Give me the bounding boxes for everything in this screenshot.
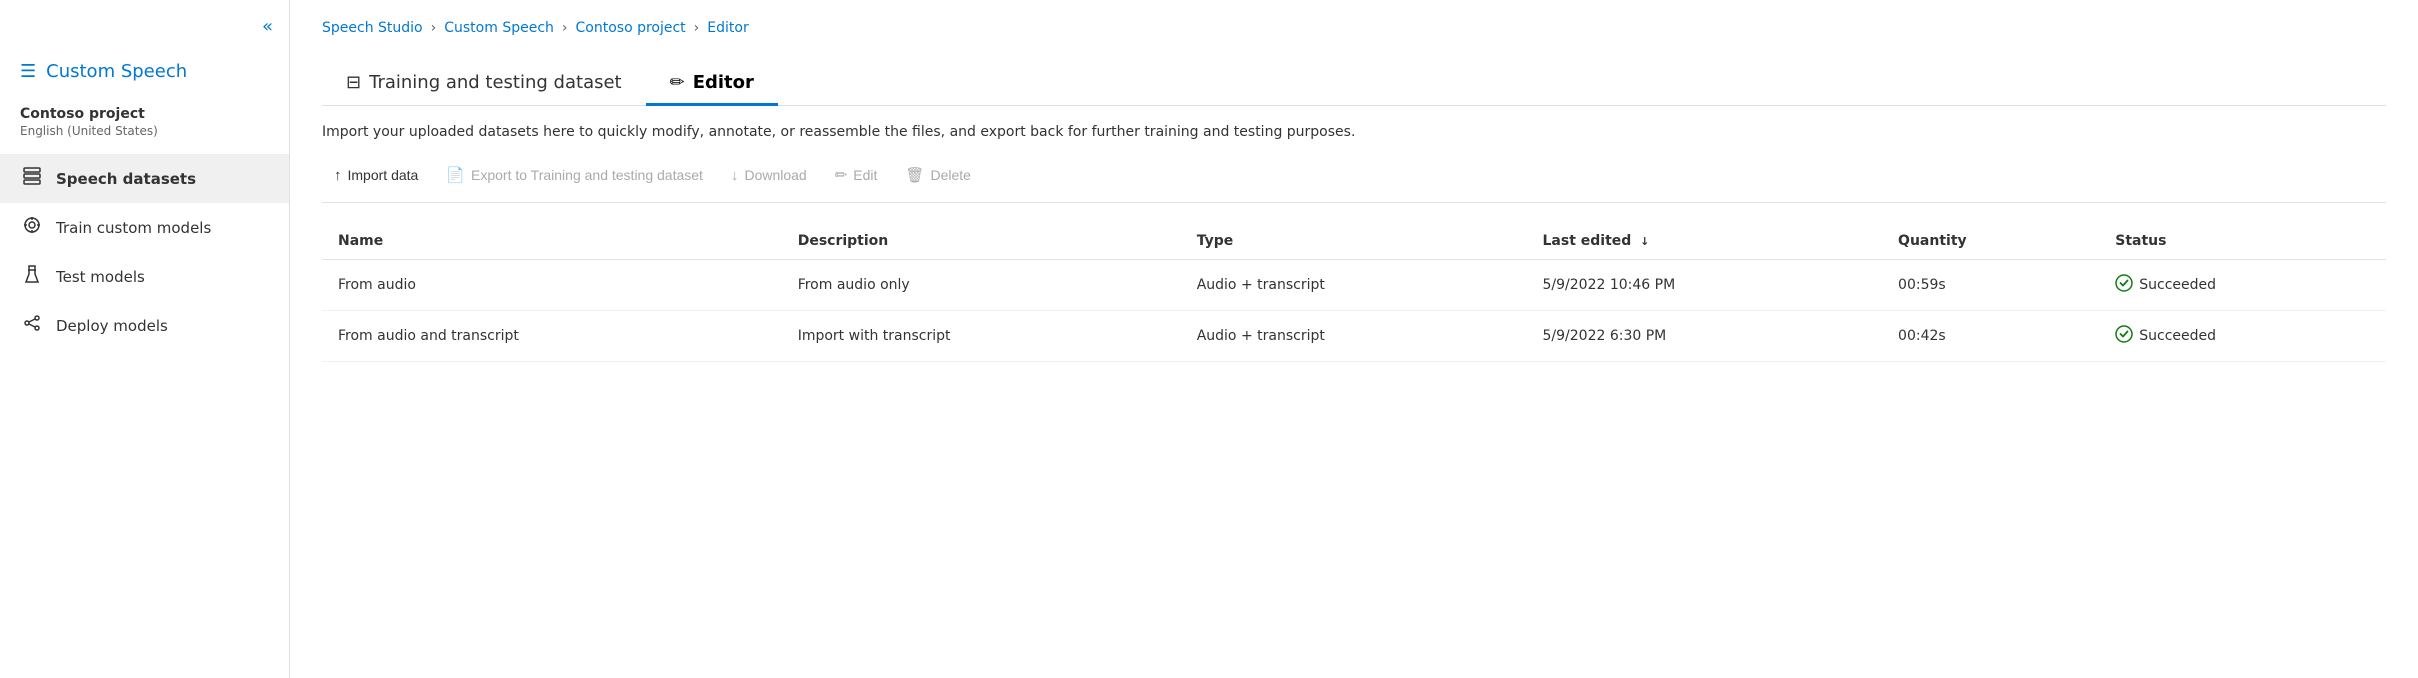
- export-label: Export to Training and testing dataset: [471, 167, 703, 183]
- collapse-icon: «: [262, 16, 273, 37]
- col-name: Name: [322, 223, 782, 260]
- training-testing-icon: ⊟: [346, 72, 361, 93]
- toolbar: ↑ Import data 📄 Export to Training and t…: [322, 160, 2386, 203]
- sidebar: « ☰ Custom Speech Contoso project Englis…: [0, 0, 290, 678]
- sidebar-project: Contoso project English (United States): [0, 98, 289, 142]
- row-status-1: Succeeded: [2099, 311, 2386, 362]
- sidebar-title-row: ☰ Custom Speech: [0, 53, 289, 98]
- tab-training-testing-label: Training and testing dataset: [369, 72, 622, 93]
- tab-training-testing[interactable]: ⊟ Training and testing dataset: [322, 60, 646, 106]
- col-type: Type: [1181, 223, 1527, 260]
- sidebar-item-speech-datasets[interactable]: Speech datasets: [0, 154, 289, 203]
- sidebar-item-label: Train custom models: [56, 219, 211, 237]
- edit-button[interactable]: ✏ Edit: [823, 160, 890, 190]
- table-row: From audio and transcript Import with tr…: [322, 311, 2386, 362]
- breadcrumb: Speech Studio › Custom Speech › Contoso …: [322, 20, 2386, 36]
- download-button[interactable]: ↓ Download: [719, 161, 819, 190]
- breadcrumb-editor[interactable]: Editor: [707, 20, 748, 36]
- row-name-1[interactable]: From audio and transcript: [322, 311, 782, 362]
- delete-icon: 🗑: [905, 166, 924, 184]
- breadcrumb-sep-3: ›: [694, 20, 700, 36]
- import-icon: ↑: [334, 167, 342, 184]
- row-type-1: Audio + transcript: [1181, 311, 1527, 362]
- delete-button[interactable]: 🗑 Delete: [893, 160, 983, 190]
- edit-icon: ✏: [835, 166, 848, 184]
- edit-label: Edit: [853, 167, 877, 183]
- tab-editor-label: Editor: [693, 72, 754, 93]
- sidebar-title: Custom Speech: [46, 61, 187, 82]
- tab-editor[interactable]: ✏ Editor: [646, 60, 778, 106]
- train-custom-models-icon: [20, 215, 44, 240]
- table-body: From audio From audio only Audio + trans…: [322, 260, 2386, 362]
- table-head: Name Description Type Last edited ↓ Quan…: [322, 223, 2386, 260]
- table-row: From audio From audio only Audio + trans…: [322, 260, 2386, 311]
- download-label: Download: [744, 167, 806, 183]
- row-description-1: Import with transcript: [782, 311, 1181, 362]
- row-status-label-1: Succeeded: [2139, 328, 2216, 344]
- row-status-0: Succeeded: [2099, 260, 2386, 311]
- editor-icon: ✏: [670, 72, 685, 93]
- sidebar-collapse-button[interactable]: «: [0, 16, 289, 53]
- export-icon: 📄: [446, 166, 465, 184]
- sidebar-item-test-models[interactable]: Test models: [0, 252, 289, 301]
- row-last-edited-1: 5/9/2022 6:30 PM: [1527, 311, 1883, 362]
- row-last-edited-0: 5/9/2022 10:46 PM: [1527, 260, 1883, 311]
- row-type-0: Audio + transcript: [1181, 260, 1527, 311]
- row-description-0: From audio only: [782, 260, 1181, 311]
- sidebar-item-label: Test models: [56, 268, 145, 286]
- page-description: Import your uploaded datasets here to qu…: [322, 124, 2386, 140]
- speech-datasets-icon: [20, 166, 44, 191]
- export-button[interactable]: 📄 Export to Training and testing dataset: [434, 160, 715, 190]
- sidebar-item-label: Speech datasets: [56, 170, 196, 188]
- col-last-edited[interactable]: Last edited ↓: [1527, 223, 1883, 260]
- col-quantity: Quantity: [1882, 223, 2099, 260]
- col-status: Status: [2099, 223, 2386, 260]
- sidebar-item-label: Deploy models: [56, 317, 168, 335]
- download-icon: ↓: [731, 167, 739, 184]
- project-language: English (United States): [20, 124, 269, 138]
- sidebar-item-deploy-models[interactable]: Deploy models: [0, 301, 289, 350]
- project-name: Contoso project: [20, 106, 269, 122]
- main-content: Speech Studio › Custom Speech › Contoso …: [290, 0, 2418, 678]
- status-succeeded-icon: [2115, 274, 2133, 296]
- sidebar-nav: Speech datasets Train custom models Test…: [0, 154, 289, 350]
- import-data-label: Import data: [348, 167, 419, 183]
- col-description: Description: [782, 223, 1181, 260]
- data-table: Name Description Type Last edited ↓ Quan…: [322, 223, 2386, 362]
- row-name-0[interactable]: From audio: [322, 260, 782, 311]
- hamburger-icon: ☰: [20, 61, 36, 82]
- sort-icon: ↓: [1640, 235, 1649, 248]
- tabs: ⊟ Training and testing dataset ✏ Editor: [322, 60, 2386, 106]
- breadcrumb-custom-speech[interactable]: Custom Speech: [444, 20, 554, 36]
- delete-label: Delete: [930, 167, 970, 183]
- import-data-button[interactable]: ↑ Import data: [322, 161, 430, 190]
- breadcrumb-sep-2: ›: [562, 20, 568, 36]
- status-succeeded-icon: [2115, 325, 2133, 347]
- breadcrumb-contoso-project[interactable]: Contoso project: [576, 20, 686, 36]
- breadcrumb-speech-studio[interactable]: Speech Studio: [322, 20, 423, 36]
- row-quantity-0: 00:59s: [1882, 260, 2099, 311]
- row-status-label-0: Succeeded: [2139, 277, 2216, 293]
- breadcrumb-sep-1: ›: [431, 20, 437, 36]
- sidebar-item-train-custom-models[interactable]: Train custom models: [0, 203, 289, 252]
- deploy-models-icon: [20, 313, 44, 338]
- table-header-row: Name Description Type Last edited ↓ Quan…: [322, 223, 2386, 260]
- row-quantity-1: 00:42s: [1882, 311, 2099, 362]
- test-models-icon: [20, 264, 44, 289]
